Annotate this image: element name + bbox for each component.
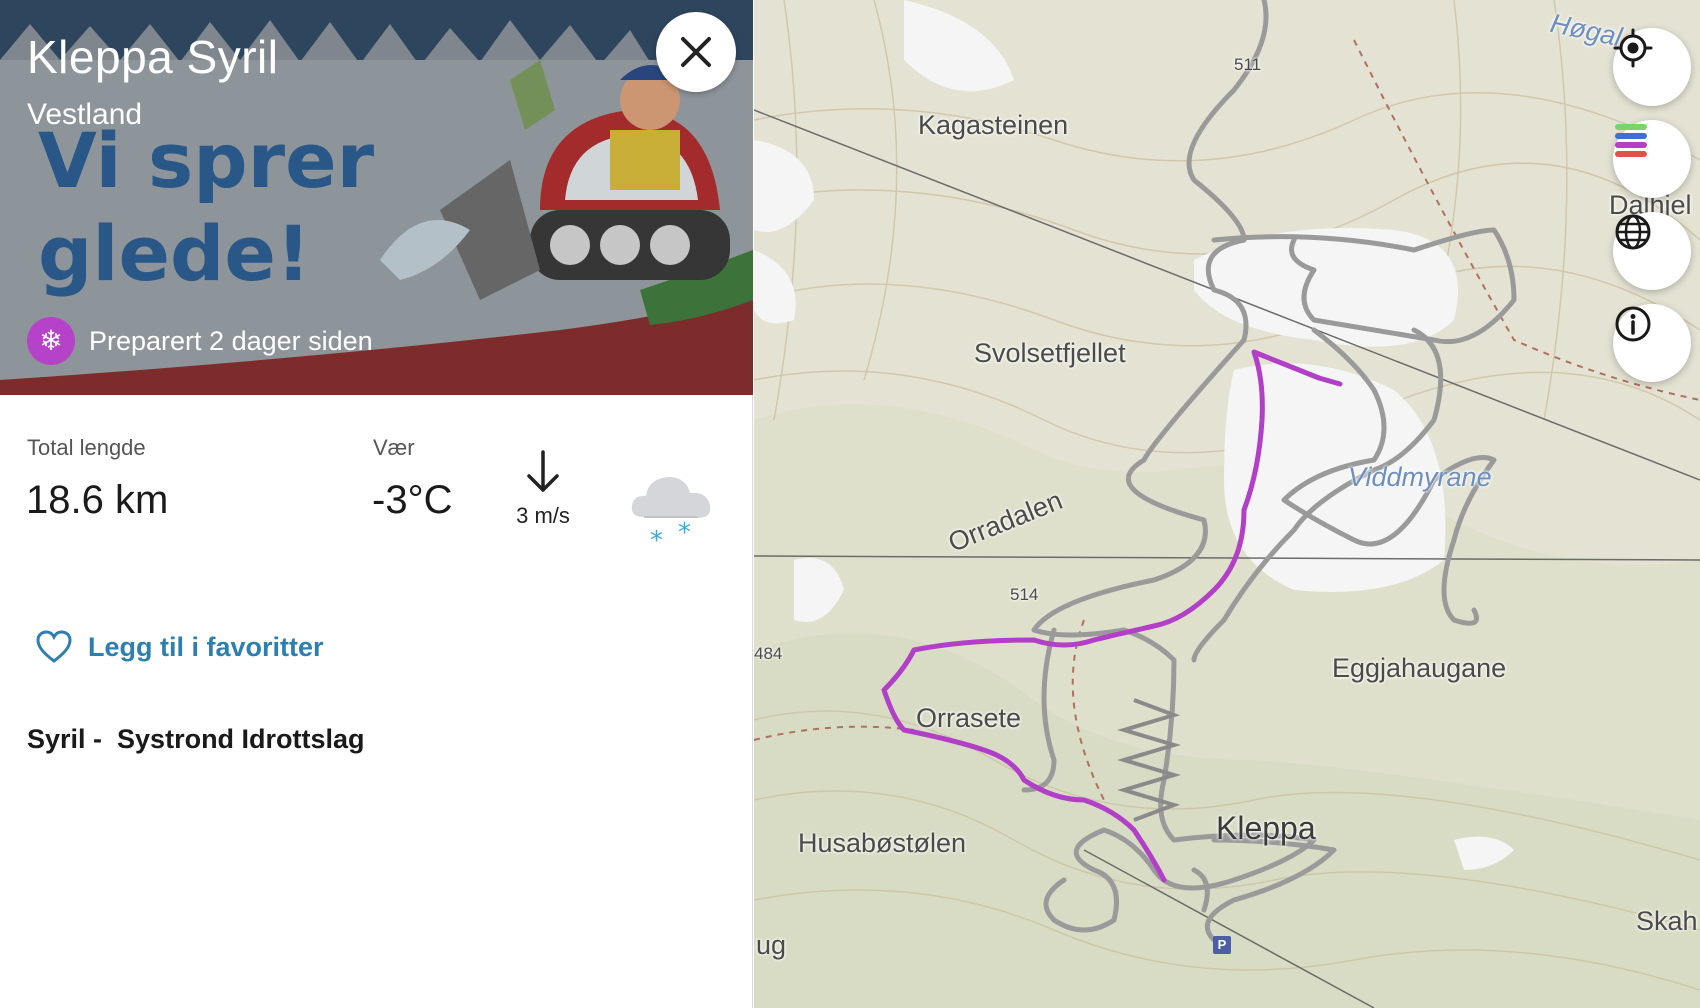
wind-indicator: 3 m/s — [506, 450, 580, 529]
svg-text:*: * — [650, 526, 663, 555]
map-label-svolsetfjellet: Svolsetfjellet — [974, 338, 1126, 368]
wind-speed: 3 m/s — [516, 503, 570, 528]
locate-icon — [1613, 28, 1653, 68]
organizer-name: Syril - Systrond Idrottslag — [27, 724, 365, 754]
add-favorite-label: Legg til i favoritter — [88, 631, 324, 662]
close-icon — [681, 37, 711, 67]
temperature-value: -3°C — [372, 478, 453, 522]
map-elevation-511: 511 — [1234, 55, 1262, 74]
trail-region: Vestland — [27, 98, 143, 131]
add-favorite-button[interactable]: Legg til i favoritter — [36, 630, 324, 664]
close-button[interactable] — [656, 12, 736, 92]
map-label-kagasteinen: Kagasteinen — [918, 110, 1069, 140]
info-icon — [1615, 306, 1651, 342]
parking-icon: P — [1213, 936, 1231, 954]
map-label-husabostolen: Husabøstølen — [798, 828, 967, 858]
map-elevation-484: 484 — [754, 644, 783, 663]
preparation-status: ❄ Preparert 2 dager siden — [27, 317, 373, 365]
weather-label: Vær — [373, 435, 415, 460]
trail-details-panel: Vi sprer glede! Kleppa Syril Vestland ❄ … — [0, 0, 753, 1008]
globe-button[interactable] — [1613, 212, 1691, 290]
total-length-label: Total lengde — [27, 435, 146, 460]
preparation-text: Preparert 2 dager siden — [89, 325, 373, 356]
map-label-orrasete: Orrasete — [916, 703, 1022, 733]
globe-icon — [1615, 214, 1651, 250]
trail-banner-image: Vi sprer glede! Kleppa Syril Vestland ❄ … — [0, 0, 753, 395]
map-label-eggjahaugane: Eggjahaugane — [1332, 653, 1507, 683]
snowflake-icon: ❄ — [27, 317, 75, 365]
layers-icon — [1615, 124, 1647, 157]
trail-map[interactable]: Kagasteinen Svolsetfjellet Orradalen Orr… — [754, 0, 1700, 1008]
trail-title: Kleppa Syril — [27, 31, 279, 83]
map-elevation-514: 514 — [1010, 585, 1039, 604]
svg-text:*: * — [678, 518, 691, 548]
heart-icon — [36, 630, 72, 663]
info-button[interactable] — [1613, 304, 1691, 382]
arrow-down-icon — [527, 450, 559, 492]
map-label-kleppa: Kleppa — [1216, 810, 1316, 846]
map-label-ug: ug — [756, 930, 787, 960]
total-length-value: 18.6 km — [26, 478, 169, 522]
layers-button[interactable] — [1613, 120, 1691, 198]
locate-button[interactable] — [1613, 28, 1691, 106]
map-label-skah: Skah — [1636, 906, 1698, 936]
map-label-viddmyrane: Viddmyrane — [1348, 462, 1492, 492]
cloud-snow-icon: * * — [631, 477, 711, 555]
